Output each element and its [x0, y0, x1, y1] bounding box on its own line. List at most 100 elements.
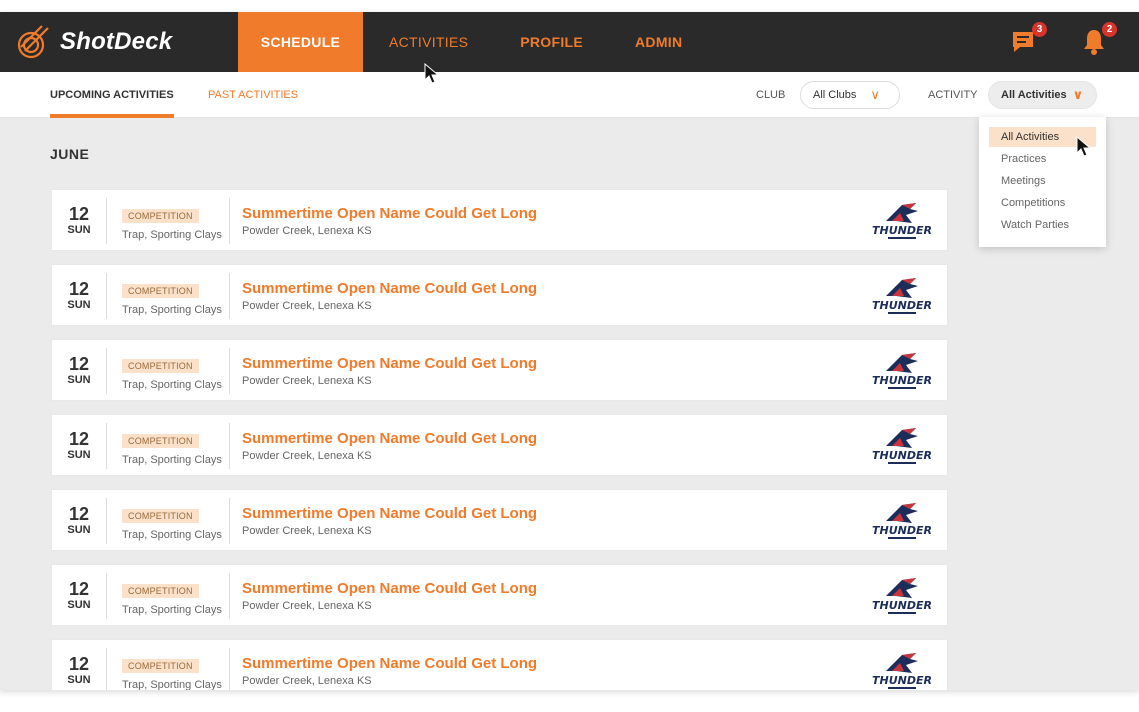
activity-meta: COMPETITION Trap, Sporting Clays — [122, 656, 222, 690]
activity-card[interactable]: 12 SUN COMPETITION Trap, Sporting Clays … — [51, 339, 948, 401]
divider — [106, 648, 107, 690]
activity-weekday: SUN — [67, 299, 91, 311]
app-logo[interactable]: ShotDeck — [16, 22, 172, 62]
dropdown-option-watch-parties[interactable]: Watch Parties — [989, 215, 1096, 235]
activity-weekday: SUN — [67, 224, 91, 236]
messages-badge: 3 — [1032, 22, 1047, 37]
divider — [229, 648, 230, 690]
thunder-team-logo: THUNDER — [872, 428, 932, 464]
dropdown-option-competitions[interactable]: Competitions — [989, 193, 1096, 213]
activity-select[interactable]: All Activities ∨ — [988, 81, 1097, 109]
activity-type-badge: COMPETITION — [122, 434, 199, 448]
alerts-button[interactable]: 2 — [1081, 22, 1117, 56]
divider — [229, 423, 230, 469]
divider — [229, 573, 230, 619]
top-icons: 3 2 — [1011, 22, 1117, 56]
activity-title[interactable]: Summertime Open Name Could Get Long — [242, 280, 537, 297]
activity-category: Trap, Sporting Clays — [122, 529, 222, 541]
chevron-down-icon: ∨ — [1072, 87, 1084, 102]
top-bar: ShotDeck SCHEDULE ACTIVITIES PROFILE ADM… — [0, 12, 1139, 72]
activity-date: 12 SUN — [52, 640, 106, 690]
activity-location: Powder Creek, Lenexa KS — [242, 300, 372, 312]
activity-category: Trap, Sporting Clays — [122, 304, 222, 316]
team-logo-text: THUNDER — [872, 524, 932, 537]
nav-admin[interactable]: ADMIN — [609, 12, 708, 72]
divider — [229, 198, 230, 244]
activity-title[interactable]: Summertime Open Name Could Get Long — [242, 355, 537, 372]
activity-type-badge: COMPETITION — [122, 509, 199, 523]
team-logo-text: THUNDER — [872, 299, 932, 312]
nav-profile[interactable]: PROFILE — [494, 12, 609, 72]
thunder-team-logo: THUNDER — [872, 353, 932, 389]
activity-weekday: SUN — [67, 449, 91, 461]
activity-title[interactable]: Summertime Open Name Could Get Long — [242, 205, 537, 222]
thunder-team-logo: THUNDER — [872, 203, 932, 239]
divider — [106, 348, 107, 394]
activity-title[interactable]: Summertime Open Name Could Get Long — [242, 430, 537, 447]
activity-info: Summertime Open Name Could Get Long Powd… — [242, 205, 537, 237]
activity-card[interactable]: 12 SUN COMPETITION Trap, Sporting Clays … — [51, 564, 948, 626]
team-logo-text: THUNDER — [872, 374, 932, 387]
app-window: ShotDeck SCHEDULE ACTIVITIES PROFILE ADM… — [0, 12, 1139, 690]
activity-info: Summertime Open Name Could Get Long Powd… — [242, 355, 537, 387]
activity-type-badge: COMPETITION — [122, 209, 199, 223]
nav-schedule[interactable]: SCHEDULE — [238, 12, 363, 72]
tab-past-activities[interactable]: PAST ACTIVITIES — [208, 72, 298, 118]
chevron-down-icon: ∨ — [870, 87, 880, 102]
target-logo-icon — [17, 25, 49, 59]
thunder-team-logo: THUNDER — [872, 278, 932, 314]
activity-type-badge: COMPETITION — [122, 584, 199, 598]
activity-type-badge: COMPETITION — [122, 284, 199, 298]
club-filter-label: CLUB — [756, 89, 786, 101]
club-select-value: All Clubs — [813, 89, 857, 101]
divider — [229, 273, 230, 319]
activity-date: 12 SUN — [52, 340, 106, 402]
activity-card[interactable]: 12 SUN COMPETITION Trap, Sporting Clays … — [51, 414, 948, 476]
team-logo-text: THUNDER — [872, 449, 932, 462]
activity-title[interactable]: Summertime Open Name Could Get Long — [242, 505, 537, 522]
activity-info: Summertime Open Name Could Get Long Powd… — [242, 430, 537, 462]
activity-list: 12 SUN COMPETITION Trap, Sporting Clays … — [51, 189, 948, 690]
activity-title[interactable]: Summertime Open Name Could Get Long — [242, 655, 537, 672]
tab-label: UPCOMING ACTIVITIES — [50, 89, 174, 101]
activity-card[interactable]: 12 SUN COMPETITION Trap, Sporting Clays … — [51, 264, 948, 326]
activity-location: Powder Creek, Lenexa KS — [242, 600, 372, 612]
activity-info: Summertime Open Name Could Get Long Powd… — [242, 580, 537, 612]
team-logo-text: THUNDER — [872, 224, 932, 237]
activity-type-badge: COMPETITION — [122, 659, 199, 673]
activity-card[interactable]: 12 SUN COMPETITION Trap, Sporting Clays … — [51, 489, 948, 551]
activity-card[interactable]: 12 SUN COMPETITION Trap, Sporting Clays … — [51, 639, 948, 690]
messages-button[interactable]: 3 — [1011, 22, 1047, 56]
activity-day: 12 — [68, 429, 90, 449]
activity-category: Trap, Sporting Clays — [122, 604, 222, 616]
tab-upcoming-activities[interactable]: UPCOMING ACTIVITIES — [50, 72, 174, 118]
activity-category: Trap, Sporting Clays — [122, 379, 222, 391]
activity-location: Powder Creek, Lenexa KS — [242, 450, 372, 462]
club-select[interactable]: All Clubs ∨ — [800, 81, 900, 109]
activity-weekday: SUN — [67, 674, 91, 686]
activity-filter-label: ACTIVITY — [928, 89, 978, 101]
app-name: ShotDeck — [60, 28, 173, 55]
thunder-team-logo: THUNDER — [872, 578, 932, 614]
activity-info: Summertime Open Name Could Get Long Powd… — [242, 655, 537, 687]
activity-date: 12 SUN — [52, 265, 106, 327]
activity-day: 12 — [68, 579, 90, 599]
activity-weekday: SUN — [67, 374, 91, 386]
activity-card[interactable]: 12 SUN COMPETITION Trap, Sporting Clays … — [51, 189, 948, 251]
activity-date: 12 SUN — [52, 490, 106, 552]
activity-meta: COMPETITION Trap, Sporting Clays — [122, 506, 222, 541]
alerts-badge: 2 — [1102, 22, 1117, 37]
dropdown-option-meetings[interactable]: Meetings — [989, 171, 1096, 191]
activity-weekday: SUN — [67, 524, 91, 536]
divider — [106, 573, 107, 619]
activity-title[interactable]: Summertime Open Name Could Get Long — [242, 580, 537, 597]
main-nav: SCHEDULE ACTIVITIES PROFILE ADMIN — [238, 12, 708, 72]
activity-meta: COMPETITION Trap, Sporting Clays — [122, 206, 222, 241]
divider — [106, 498, 107, 544]
activity-location: Powder Creek, Lenexa KS — [242, 525, 372, 537]
activity-meta: COMPETITION Trap, Sporting Clays — [122, 431, 222, 466]
activity-date: 12 SUN — [52, 190, 106, 252]
activity-date: 12 SUN — [52, 565, 106, 627]
activity-category: Trap, Sporting Clays — [122, 679, 222, 690]
divider — [106, 423, 107, 469]
